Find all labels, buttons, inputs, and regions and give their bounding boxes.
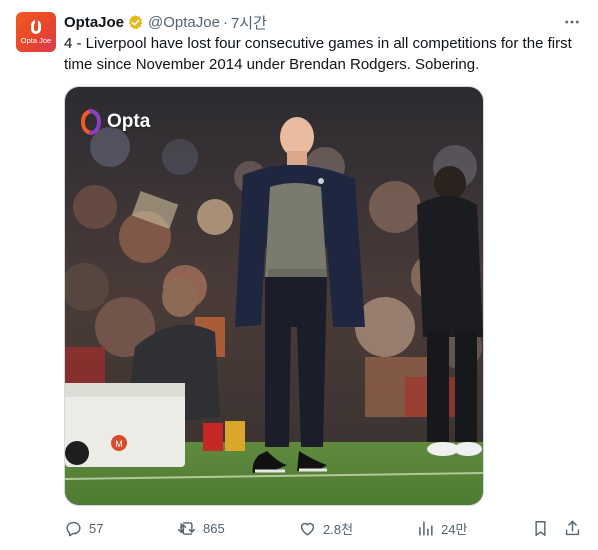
retweet-button[interactable]: 865 [178,516,225,540]
tweet-photo[interactable]: M Opta [64,86,484,506]
reply-button[interactable]: 57 [64,516,103,540]
tweet-actions: 57 865 2.8천 24만 [64,516,584,540]
separator: · [222,13,228,31]
share-button[interactable] [563,516,582,540]
share-icon [565,520,580,535]
avatar-text: Opta Joe [20,36,52,45]
crest-text: M [115,439,123,449]
retweet-icon [178,521,195,535]
bookmark-icon [535,520,546,536]
views-icon [419,520,433,536]
views-count: 24만 [441,521,468,537]
bookmark-button[interactable] [531,516,550,540]
views-button[interactable]: 24만 [416,516,467,540]
like-icon [300,522,315,536]
tweet-header: OptaJoe @OptaJoe · 7시간 [64,12,267,32]
opta-logo-icon [81,109,101,135]
retweet-count: 865 [203,520,225,536]
more-button[interactable] [560,12,584,32]
reply-icon [66,521,81,536]
opta-watermark: Opta [81,109,150,135]
user-handle[interactable]: @OptaJoe [148,14,220,31]
photo-scene: M [65,87,483,505]
like-button[interactable]: 2.8천 [298,516,353,540]
more-icon [565,20,579,24]
opta-watermark-text: Opta [107,111,151,132]
display-name[interactable]: OptaJoe [64,14,124,31]
tweet-text: 4 - Liverpool have lost four consecutive… [64,35,572,73]
like-count: 2.8천 [323,521,354,537]
reply-count: 57 [89,520,104,536]
avatar[interactable]: Opta Joe [16,12,56,52]
verified-badge-icon [128,14,143,29]
timestamp[interactable]: 7시간 [231,12,267,33]
